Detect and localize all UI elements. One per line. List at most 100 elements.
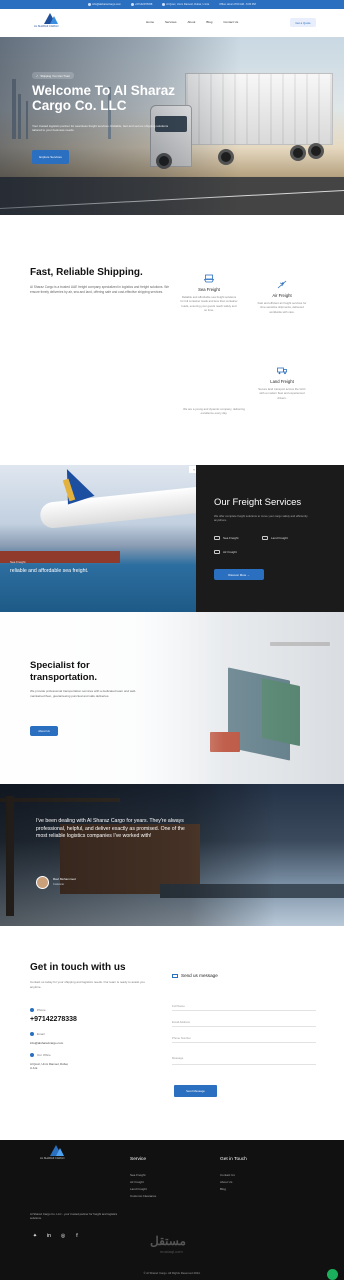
message-field[interactable]: Message (172, 1051, 316, 1065)
address-label: Our Office (30, 1053, 51, 1057)
phone-field[interactable]: Phone Number (172, 1033, 316, 1043)
specialist-description: We provide professional transportation s… (30, 689, 136, 698)
service-name: Land Freight (270, 379, 294, 384)
mail-icon (30, 1032, 34, 1036)
ship-icon (204, 274, 214, 283)
send-message-button[interactable]: Send Message (174, 1085, 217, 1097)
specialist-title: Specialist for transportation. (30, 660, 98, 683)
truck-icon (277, 367, 287, 375)
envelope-icon (172, 973, 178, 978)
footer-link[interactable]: Customs Clearance (130, 1194, 156, 1198)
freight-image (0, 465, 196, 612)
contact-form: Send us message Full Name Email Address … (172, 973, 316, 1103)
phone-icon (30, 1008, 34, 1012)
testimonial-name: Ravi Mohammed (53, 877, 76, 881)
testimonial-section (0, 784, 344, 926)
email-label: Email (30, 1032, 45, 1036)
logo-text: AL SHARAZ CARGO (34, 25, 59, 28)
footer-link[interactable]: Land Freight (130, 1187, 147, 1191)
watermark-sub: mostaql.com (160, 1249, 183, 1254)
testimonial-quote: I've been dealing with Al Sharaz Cargo f… (36, 818, 185, 840)
plane-icon (277, 280, 287, 289)
social-links: ✦ in ◎ f (32, 1233, 80, 1239)
truck-icon (262, 536, 268, 540)
ship-icon (214, 536, 220, 540)
footer-link[interactable]: About Us (220, 1180, 232, 1184)
contact-title: Get in touch with us (30, 962, 126, 973)
freight-slide-caption: reliable and affordable sea freight. (10, 568, 89, 574)
main-nav: AL SHARAZ CARGO Home Services About Blog… (0, 9, 344, 37)
topbar-phone[interactable]: +97142278338 (130, 2, 152, 6)
nav-item-services[interactable]: Services (165, 20, 177, 24)
sail-accent (50, 16, 58, 24)
contact-email[interactable]: info@alsharazcargo.com (30, 1041, 63, 1045)
topbar-hours: Office Hours 8:00 AM - 6:00 PM (219, 3, 256, 6)
hero-title: Welcome To Al Sharaz Cargo Co. LLC (32, 83, 176, 113)
chat-widget-icon[interactable] (327, 1269, 338, 1280)
footnote-text: We are a young and dynamic company, deli… (183, 407, 245, 416)
explore-services-button[interactable]: Explore Services (32, 150, 69, 164)
site-logo[interactable]: AL SHARAZ CARGO (34, 13, 74, 33)
service-card-air[interactable]: Air Freight Fast and efficient air freig… (256, 280, 308, 314)
freight-slide-label: Sea Freight (10, 560, 26, 564)
contact-phone[interactable]: +97142278338 (30, 1016, 77, 1023)
phone-label: Phone (30, 1008, 46, 1012)
top-info-bar: info@alsharazcargo.com +97142278338 Al Q… (0, 0, 344, 9)
footer-link[interactable]: Sea Freight (130, 1173, 146, 1177)
service-card-sea[interactable]: Sea Freight Reliable and affordable sea … (180, 274, 238, 313)
nav-item-about[interactable]: About (188, 20, 196, 24)
instagram-icon[interactable]: ◎ (60, 1233, 66, 1239)
topbar-email[interactable]: info@alsharazcargo.com (88, 2, 121, 6)
linkedin-icon[interactable]: in (46, 1233, 52, 1239)
arrow-right-icon: → (247, 572, 250, 577)
freight-item-sea[interactable]: Sea Freight (214, 536, 239, 540)
location-icon (162, 2, 166, 6)
name-field[interactable]: Full Name (172, 1001, 316, 1011)
freight-title: Our Freight Services (214, 497, 302, 508)
footer-about: Al Sharaz Cargo Co. LLC - your trusted p… (30, 1212, 118, 1221)
avatar (36, 876, 49, 889)
airplane (39, 486, 196, 530)
facebook-icon[interactable]: f (74, 1233, 80, 1239)
footer-logo[interactable]: AL SHARAZ CARGO (40, 1145, 80, 1167)
nav-item-home[interactable]: Home (146, 20, 154, 24)
check-icon: ✓ (36, 73, 39, 78)
nav-item-contact[interactable]: Contact Us (223, 20, 238, 24)
contact-description: Contact us today for your shipping and l… (30, 980, 145, 989)
location-icon (30, 1053, 34, 1057)
freight-description: We offer complete freight solutions to m… (214, 514, 308, 523)
nav-item-blog[interactable]: Blog (206, 20, 212, 24)
hero-subtitle: Your trusted logistics partner for seaml… (32, 124, 169, 133)
footer-contact-heading: Get in Touch (220, 1157, 247, 1162)
footer-link[interactable]: Contact Us (220, 1173, 235, 1177)
watermark: مستقل (150, 1234, 186, 1248)
footer-service-heading: Service (130, 1157, 146, 1162)
discover-more-button[interactable]: Discover More → (214, 569, 264, 580)
testimonial-role: Customer (53, 883, 65, 886)
shipping-description: Al Sharaz Cargo is a trusted UAE freight… (30, 285, 170, 294)
contact-address: Al Qouz, Umm Ramool, Dubai, U.A.E (30, 1062, 69, 1070)
phone-icon (130, 2, 134, 6)
footer-link[interactable]: Blog (220, 1187, 226, 1191)
hero-tag: ✓ Shipping You Can Trust (32, 72, 74, 79)
service-card-land[interactable]: Land Freight Secure land transport acros… (256, 366, 308, 400)
freight-item-air[interactable]: Air Freight (214, 550, 237, 554)
email-field[interactable]: Email Address (172, 1017, 316, 1027)
service-desc: Secure land transport across the GCC wit… (258, 387, 306, 400)
freight-item-land[interactable]: Land Freight (262, 536, 288, 540)
mail-icon (88, 2, 92, 6)
service-name: Air Freight (272, 293, 292, 298)
service-footnote: We are a young and dynamic company, deli… (180, 404, 248, 416)
footer-logo-text: AL SHARAZ CARGO (40, 1157, 65, 1160)
twitter-icon[interactable]: ✦ (32, 1233, 38, 1239)
plane-icon (214, 550, 220, 554)
service-desc: Reliable and affordable sea freight solu… (180, 295, 238, 313)
sail-accent (56, 1148, 64, 1156)
get-quote-button[interactable]: Get a Quote (290, 18, 316, 27)
copyright: © Al Sharaz Cargo. All Rights Reserved 2… (143, 1271, 201, 1275)
footer-link[interactable]: Air Freight (130, 1180, 144, 1184)
service-name: Sea Freight (198, 287, 220, 292)
about-us-button[interactable]: About Us (30, 726, 58, 736)
form-title: Send us message (172, 973, 218, 978)
topbar-address: Al Qouz, Umm Ramool, Dubai, U.A.E (162, 2, 209, 6)
